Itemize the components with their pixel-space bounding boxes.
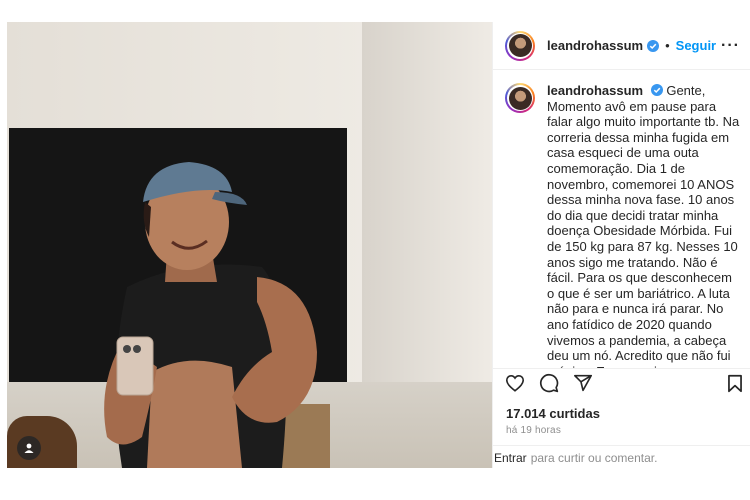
like-button[interactable]	[505, 374, 525, 392]
heart-icon	[505, 374, 525, 392]
login-prompt: Entrar para curtir ou comentar.	[493, 445, 750, 469]
avatar-ring	[507, 32, 533, 59]
action-icons-row	[493, 370, 750, 396]
user-tag-button[interactable]	[17, 436, 41, 460]
likes-count[interactable]: 17.014 curtidas	[493, 406, 750, 421]
avatar-photo	[508, 34, 532, 57]
caption-text: Gente, Momento avô em pause para falar a…	[547, 83, 740, 382]
post-caption: leandrohassum Gente, Momento avô em paus…	[547, 83, 741, 382]
login-prompt-text: para curtir ou comentar.	[530, 450, 658, 465]
caption-username[interactable]: leandrohassum	[547, 83, 643, 98]
comment-button[interactable]	[539, 373, 559, 393]
caption-area: leandrohassum Gente, Momento avô em paus…	[493, 70, 750, 382]
share-icon	[573, 374, 592, 392]
post-timestamp[interactable]: há 19 horas	[493, 425, 750, 436]
avatar[interactable]	[505, 30, 535, 61]
post-side-panel: leandrohassum • Seguir ··· leandrohassum…	[492, 22, 750, 468]
photo-person	[104, 162, 317, 468]
more-options-icon[interactable]: ···	[721, 37, 740, 55]
post-header: leandrohassum • Seguir ···	[493, 22, 750, 70]
post-actions: 17.014 curtidas há 19 horas Entrar para …	[493, 368, 750, 468]
header-username[interactable]: leandrohassum	[547, 38, 643, 53]
caption-avatar-photo	[508, 86, 532, 110]
follow-button[interactable]: Seguir	[676, 38, 716, 53]
caption-avatar[interactable]	[505, 83, 535, 113]
verified-badge-icon	[647, 39, 660, 52]
post-image[interactable]	[7, 22, 492, 468]
share-button[interactable]	[573, 374, 593, 392]
save-button[interactable]	[727, 374, 743, 393]
header-separator: •	[665, 38, 670, 53]
bookmark-icon	[728, 374, 742, 392]
comment-icon	[539, 373, 559, 393]
caption-avatar-ring	[507, 85, 533, 111]
login-link[interactable]: Entrar	[494, 451, 527, 465]
user-tag-icon	[24, 443, 34, 453]
caption-verified-badge-icon	[650, 84, 663, 96]
